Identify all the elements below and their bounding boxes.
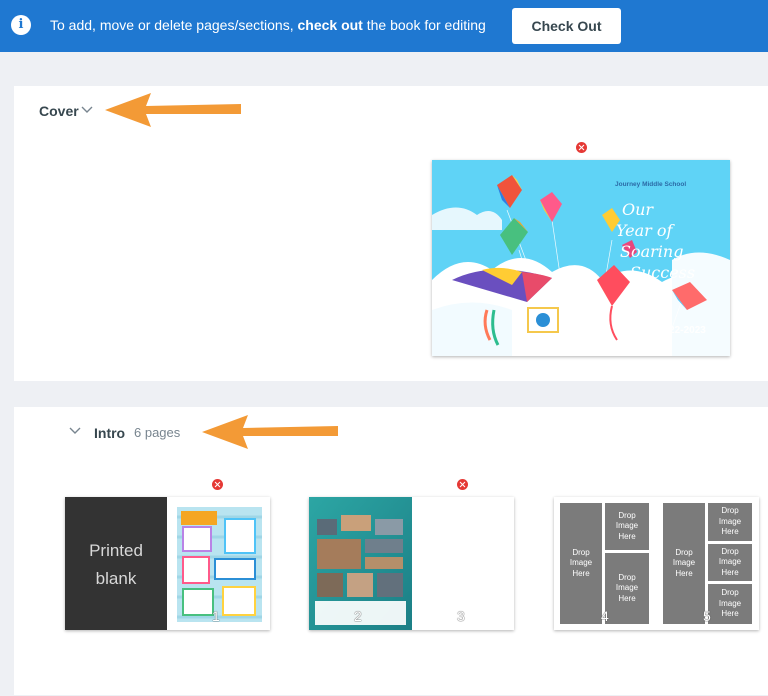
info-icon: i [11, 15, 31, 35]
printed-blank-line-1: Printed [89, 541, 143, 560]
drop-image-label: Drop Image Here [569, 547, 593, 578]
cover-section-title[interactable]: Cover [39, 103, 79, 119]
page-number-3: 3 [457, 608, 465, 624]
intro-page-count: 6 pages [134, 425, 181, 440]
check-out-button[interactable]: Check Out [512, 8, 621, 44]
page-number-2: 2 [354, 608, 362, 624]
drop-image-placeholder[interactable]: Drop Image Here [708, 544, 752, 581]
page-spread-1[interactable]: Printed blank 1 [65, 497, 270, 630]
drop-image-placeholder[interactable]: Drop Image Here [708, 503, 752, 541]
chevron-down-icon[interactable] [81, 105, 93, 115]
drop-image-placeholder[interactable]: Drop Image Here [663, 503, 705, 624]
banner-message-prefix: To add, move or delete pages/sections, [50, 17, 298, 33]
drop-image-label: Drop Image Here [615, 572, 639, 603]
checkout-banner: i To add, move or delete pages/sections,… [0, 0, 768, 52]
delete-cover-icon[interactable] [576, 142, 587, 153]
page-spread-3[interactable]: Drop Image Here Drop Image Here Drop Ima… [554, 497, 759, 630]
drop-image-label: Drop Image Here [718, 506, 742, 537]
cover-title-line-3: Soaring [620, 242, 684, 261]
drop-image-label: Drop Image Here [718, 588, 742, 619]
cover-title-line-1: Our [622, 200, 654, 219]
chevron-down-icon[interactable] [69, 426, 81, 436]
page-number-4: 4 [601, 608, 609, 624]
banner-message-bold: check out [297, 17, 363, 33]
cover-title: Our Year of Soaring Success [616, 199, 726, 283]
page-number-1: 1 [212, 608, 220, 624]
intro-section-title[interactable]: Intro [94, 425, 125, 441]
drop-image-label: Drop Image Here [718, 546, 742, 577]
drop-image-label: Drop Image Here [672, 547, 696, 578]
annotation-arrow-cover [105, 93, 241, 127]
banner-message: To add, move or delete pages/sections, c… [50, 17, 486, 33]
delete-spread-1-icon[interactable] [212, 479, 223, 490]
printed-blank-label: Printed blank [65, 537, 167, 593]
printed-blank-line-2: blank [95, 569, 137, 588]
cover-title-line-2: Year of [616, 221, 673, 240]
drop-image-placeholder[interactable]: Drop Image Here [605, 553, 649, 624]
page-number-5: 5 [703, 608, 711, 624]
cover-school-name: Journey Middle School [615, 181, 687, 188]
annotation-arrow-intro [202, 415, 338, 449]
delete-spread-2-icon[interactable] [457, 479, 468, 490]
cover-title-line-4: Success [630, 263, 696, 282]
drop-image-placeholder[interactable]: Drop Image Here [708, 584, 752, 624]
cover-year: 2022-2023 [658, 325, 706, 336]
page-spread-2[interactable]: 2 3 [309, 497, 514, 630]
printed-blank-page: Printed blank [65, 497, 167, 630]
drop-image-placeholder[interactable]: Drop Image Here [560, 503, 602, 624]
drop-image-label: Drop Image Here [615, 510, 639, 541]
cover-thumbnail[interactable]: Journey Middle School Our Year of Soarin… [432, 160, 730, 356]
banner-message-suffix: the book for editing [362, 17, 486, 33]
drop-image-placeholder[interactable]: Drop Image Here [605, 503, 649, 550]
